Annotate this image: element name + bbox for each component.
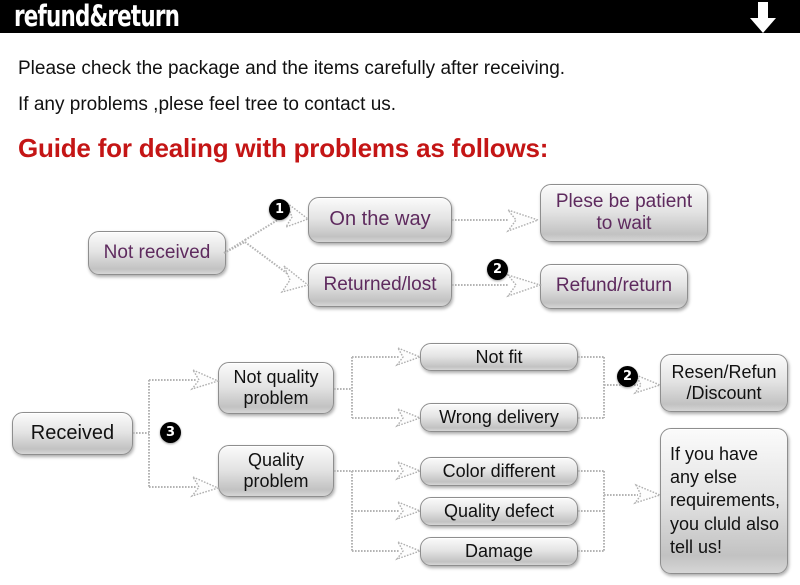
node-on-the-way[interactable]: On the way: [308, 197, 452, 243]
page-header-bar: refund&return: [0, 0, 800, 33]
connector-notreceived-split-upper: [223, 239, 246, 254]
step-badge-2-section2: 2: [617, 366, 638, 387]
node-quality-problem[interactable]: Quality problem: [218, 445, 334, 497]
arrowhead-to-returnedlost: [280, 265, 310, 294]
connector-notreceived-split-lower: [223, 241, 246, 254]
refund-return-page: refund&return Please check the package a…: [0, 0, 800, 585]
node-resend-refund-discount[interactable]: Resen/Refun /Discount: [660, 354, 788, 412]
arrowhead-to-wait: [505, 208, 541, 233]
down-arrow-icon: [750, 2, 776, 33]
arrowhead-to-refund: [506, 273, 543, 298]
arrowhead-to-wrongdelivery: [395, 407, 422, 428]
connector-split-to-returnedlost: [244, 241, 289, 275]
node-returned-lost[interactable]: Returned/lost: [308, 263, 452, 307]
node-not-fit[interactable]: Not fit: [420, 343, 578, 371]
intro-line-2: If any problems ,plese feel tree to cont…: [18, 94, 397, 115]
arrowhead-to-quality: [190, 475, 221, 498]
node-received[interactable]: Received: [12, 412, 133, 455]
arrowhead-to-damage: [395, 540, 422, 561]
arrowhead-to-notquality: [190, 368, 221, 391]
guide-heading: Guide for dealing with problems as follo…: [18, 133, 549, 163]
step-badge-3: 3: [160, 422, 181, 443]
node-wrong-delivery[interactable]: Wrong delivery: [420, 403, 578, 432]
node-please-be-patient[interactable]: Plese be patient to wait: [540, 184, 708, 242]
node-quality-defect[interactable]: Quality defect: [420, 497, 578, 526]
node-refund-return[interactable]: Refund/return: [540, 264, 688, 309]
arrowhead-to-colordifferent: [395, 460, 422, 481]
intro-line-1: Please check the package and the items c…: [18, 58, 566, 79]
arrowhead-to-resend-refund: [633, 373, 663, 395]
step-badge-1: 1: [269, 199, 290, 220]
arrowhead-to-qualitydefect: [395, 500, 422, 521]
arrowhead-to-anyelse: [633, 483, 663, 505]
node-not-received[interactable]: Not received: [88, 231, 226, 275]
node-damage[interactable]: Damage: [420, 537, 578, 566]
node-not-quality-problem[interactable]: Not quality problem: [218, 362, 334, 414]
step-badge-2-section1: 2: [487, 259, 508, 280]
page-title: refund&return: [14, 0, 180, 33]
node-any-else-requirements[interactable]: If you have any else requirements, you c…: [660, 428, 788, 574]
arrowhead-to-notfit: [395, 346, 422, 367]
node-color-different[interactable]: Color different: [420, 457, 578, 486]
